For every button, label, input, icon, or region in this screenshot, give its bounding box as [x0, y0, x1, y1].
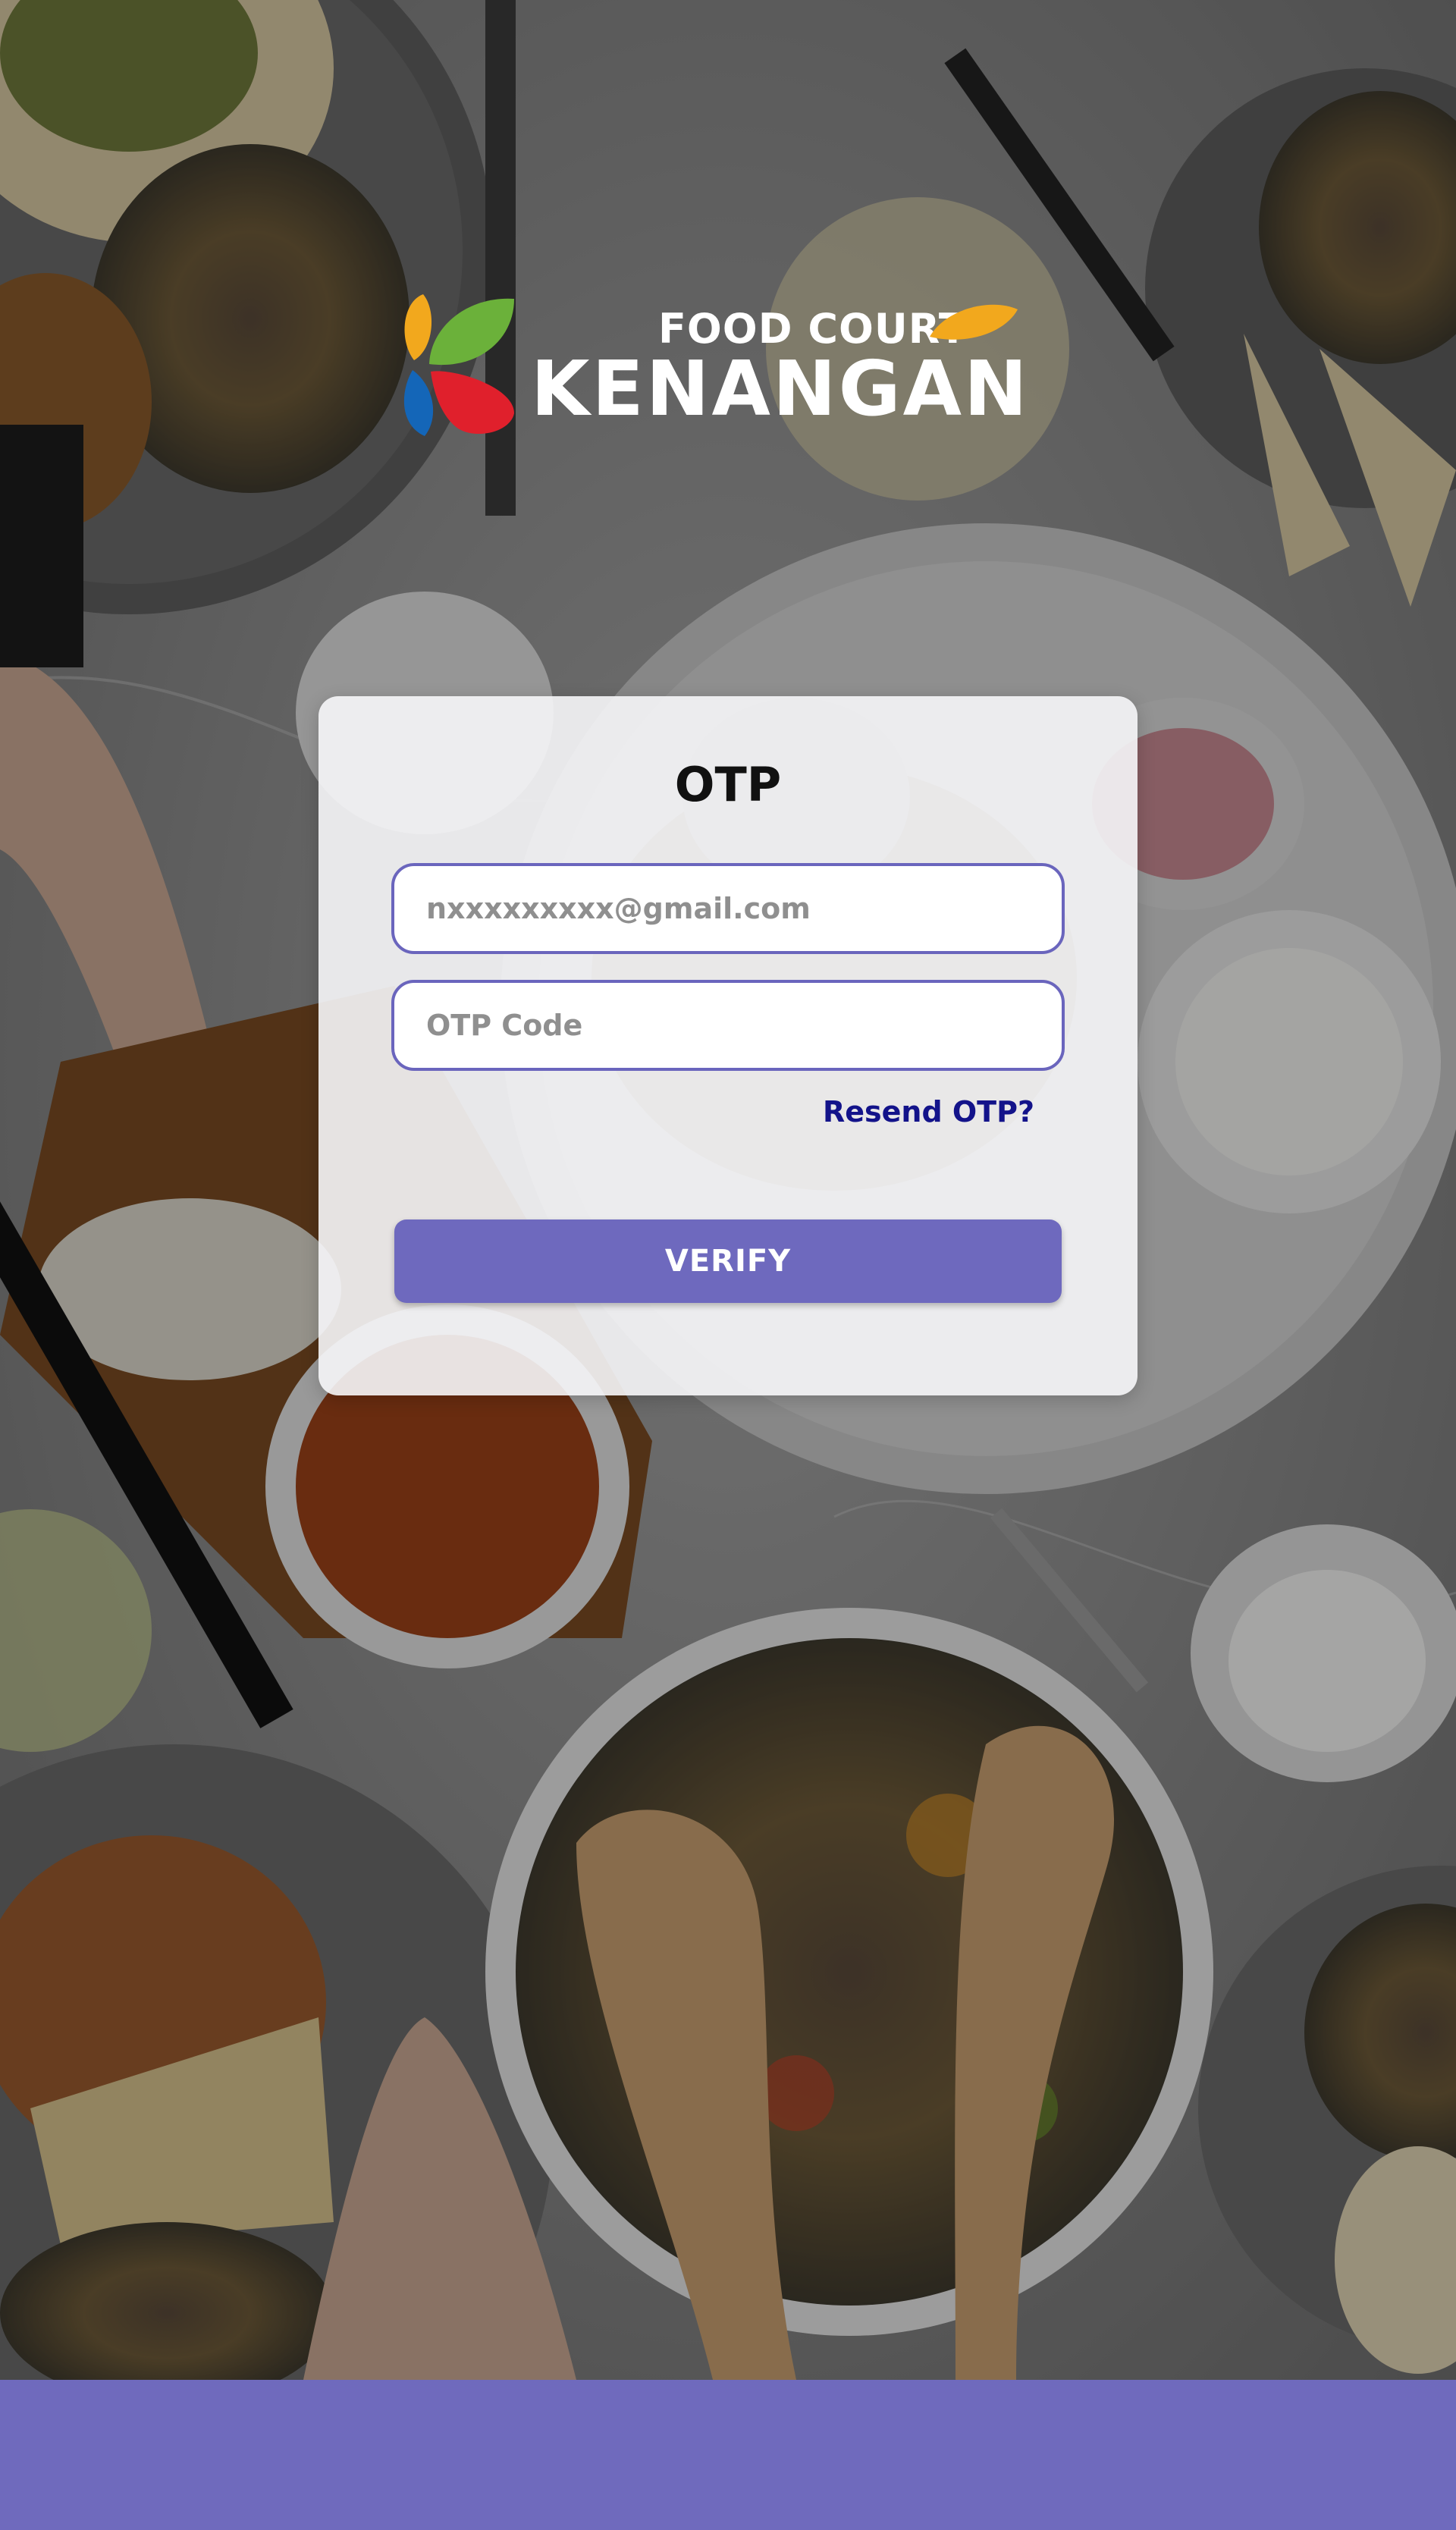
brand-name-bottom: KENANGAN — [531, 344, 1030, 433]
leaf-icon — [930, 302, 1019, 341]
resend-otp-link[interactable]: Resend OTP? — [823, 1095, 1034, 1128]
otp-card: OTP Resend OTP? VERIFY — [318, 696, 1138, 1395]
brand-logo: FOOD COURT KENANGAN — [400, 288, 1028, 440]
email-field-container — [391, 863, 1065, 954]
email-field[interactable] — [394, 866, 1062, 951]
otp-code-input[interactable] — [394, 983, 1062, 1068]
verify-button[interactable]: VERIFY — [394, 1219, 1062, 1303]
flower-petals-icon — [400, 288, 522, 440]
footer-bar — [0, 2380, 1456, 2530]
otp-code-field-container — [391, 980, 1065, 1071]
page-title: OTP — [674, 757, 782, 812]
